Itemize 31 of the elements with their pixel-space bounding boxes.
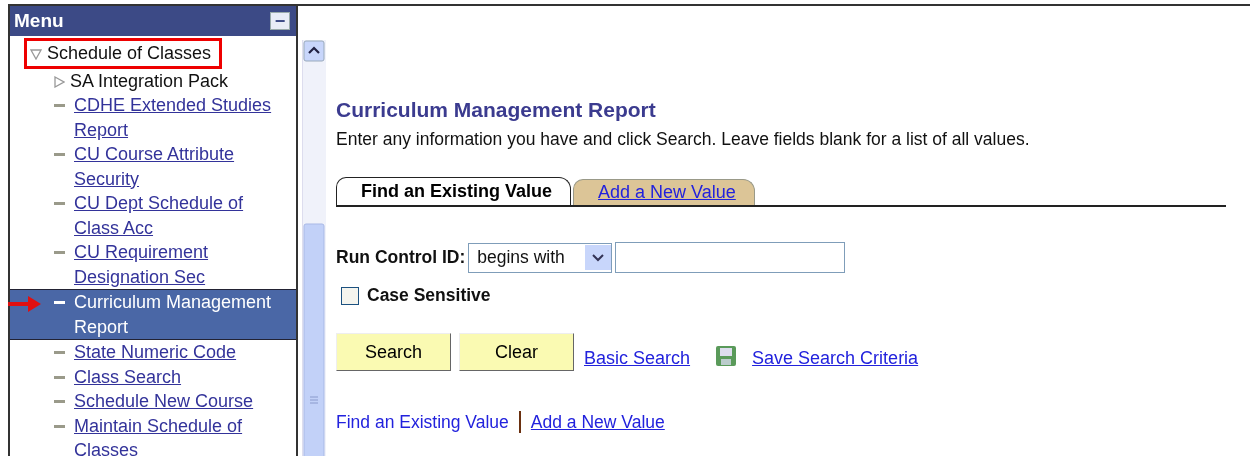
- link[interactable]: Basic Search: [584, 348, 691, 369]
- instructions-text: Enter any information you have and click Search. Leave fields blank for a list of all values.: [336, 129, 1031, 150]
- page-title: Curriculum Management Report: [336, 98, 657, 122]
- menu-link[interactable]: CDHE Extended Studies Report: [74, 93, 284, 142]
- menu-link[interactable]: Schedule New Course: [74, 389, 254, 414]
- link[interactable]: Add a New Value: [530, 411, 665, 433]
- run-control-input[interactable]: [615, 242, 846, 273]
- link[interactable]: Save Search Criteria: [752, 348, 919, 369]
- menu-link[interactable]: Class Search: [74, 364, 182, 389]
- selected-menu-item[interactable]: Curriculum Management Report: [10, 289, 296, 340]
- menu-link[interactable]: Maintain Schedule of Classes: [74, 413, 284, 456]
- tab[interactable]: Find an Existing Value: [336, 177, 572, 205]
- link[interactable]: Find an Existing Value: [336, 411, 509, 433]
- collapse-button[interactable]: −: [270, 12, 290, 30]
- tab[interactable]: Add a New Value: [573, 179, 755, 205]
- operator-dropdown[interactable]: begins with: [468, 242, 613, 273]
- menu-link[interactable]: CU Course Attribute Security: [74, 142, 284, 191]
- expanded-triangle-icon[interactable]: [30, 48, 42, 60]
- vertical-scrollbar[interactable]: [303, 40, 325, 456]
- menu-title: Menu: [14, 10, 64, 32]
- menu-folder[interactable]: SA Integration Pack: [70, 68, 229, 93]
- menu-folder[interactable]: Schedule of Classes: [47, 41, 212, 66]
- field-label: Run Control ID:: [336, 247, 466, 268]
- menu-link[interactable]: State Numeric Code: [74, 340, 237, 365]
- action-button[interactable]: Clear: [459, 333, 574, 371]
- action-button[interactable]: Search: [336, 333, 451, 371]
- menu-link[interactable]: CU Dept Schedule of Class Acc: [74, 191, 284, 240]
- collapsed-triangle-icon[interactable]: [53, 75, 65, 88]
- checkbox-label: Case Sensitive: [367, 285, 491, 306]
- checkbox[interactable]: [341, 286, 359, 305]
- menu-link[interactable]: CU Requirement Designation Sec: [74, 240, 284, 289]
